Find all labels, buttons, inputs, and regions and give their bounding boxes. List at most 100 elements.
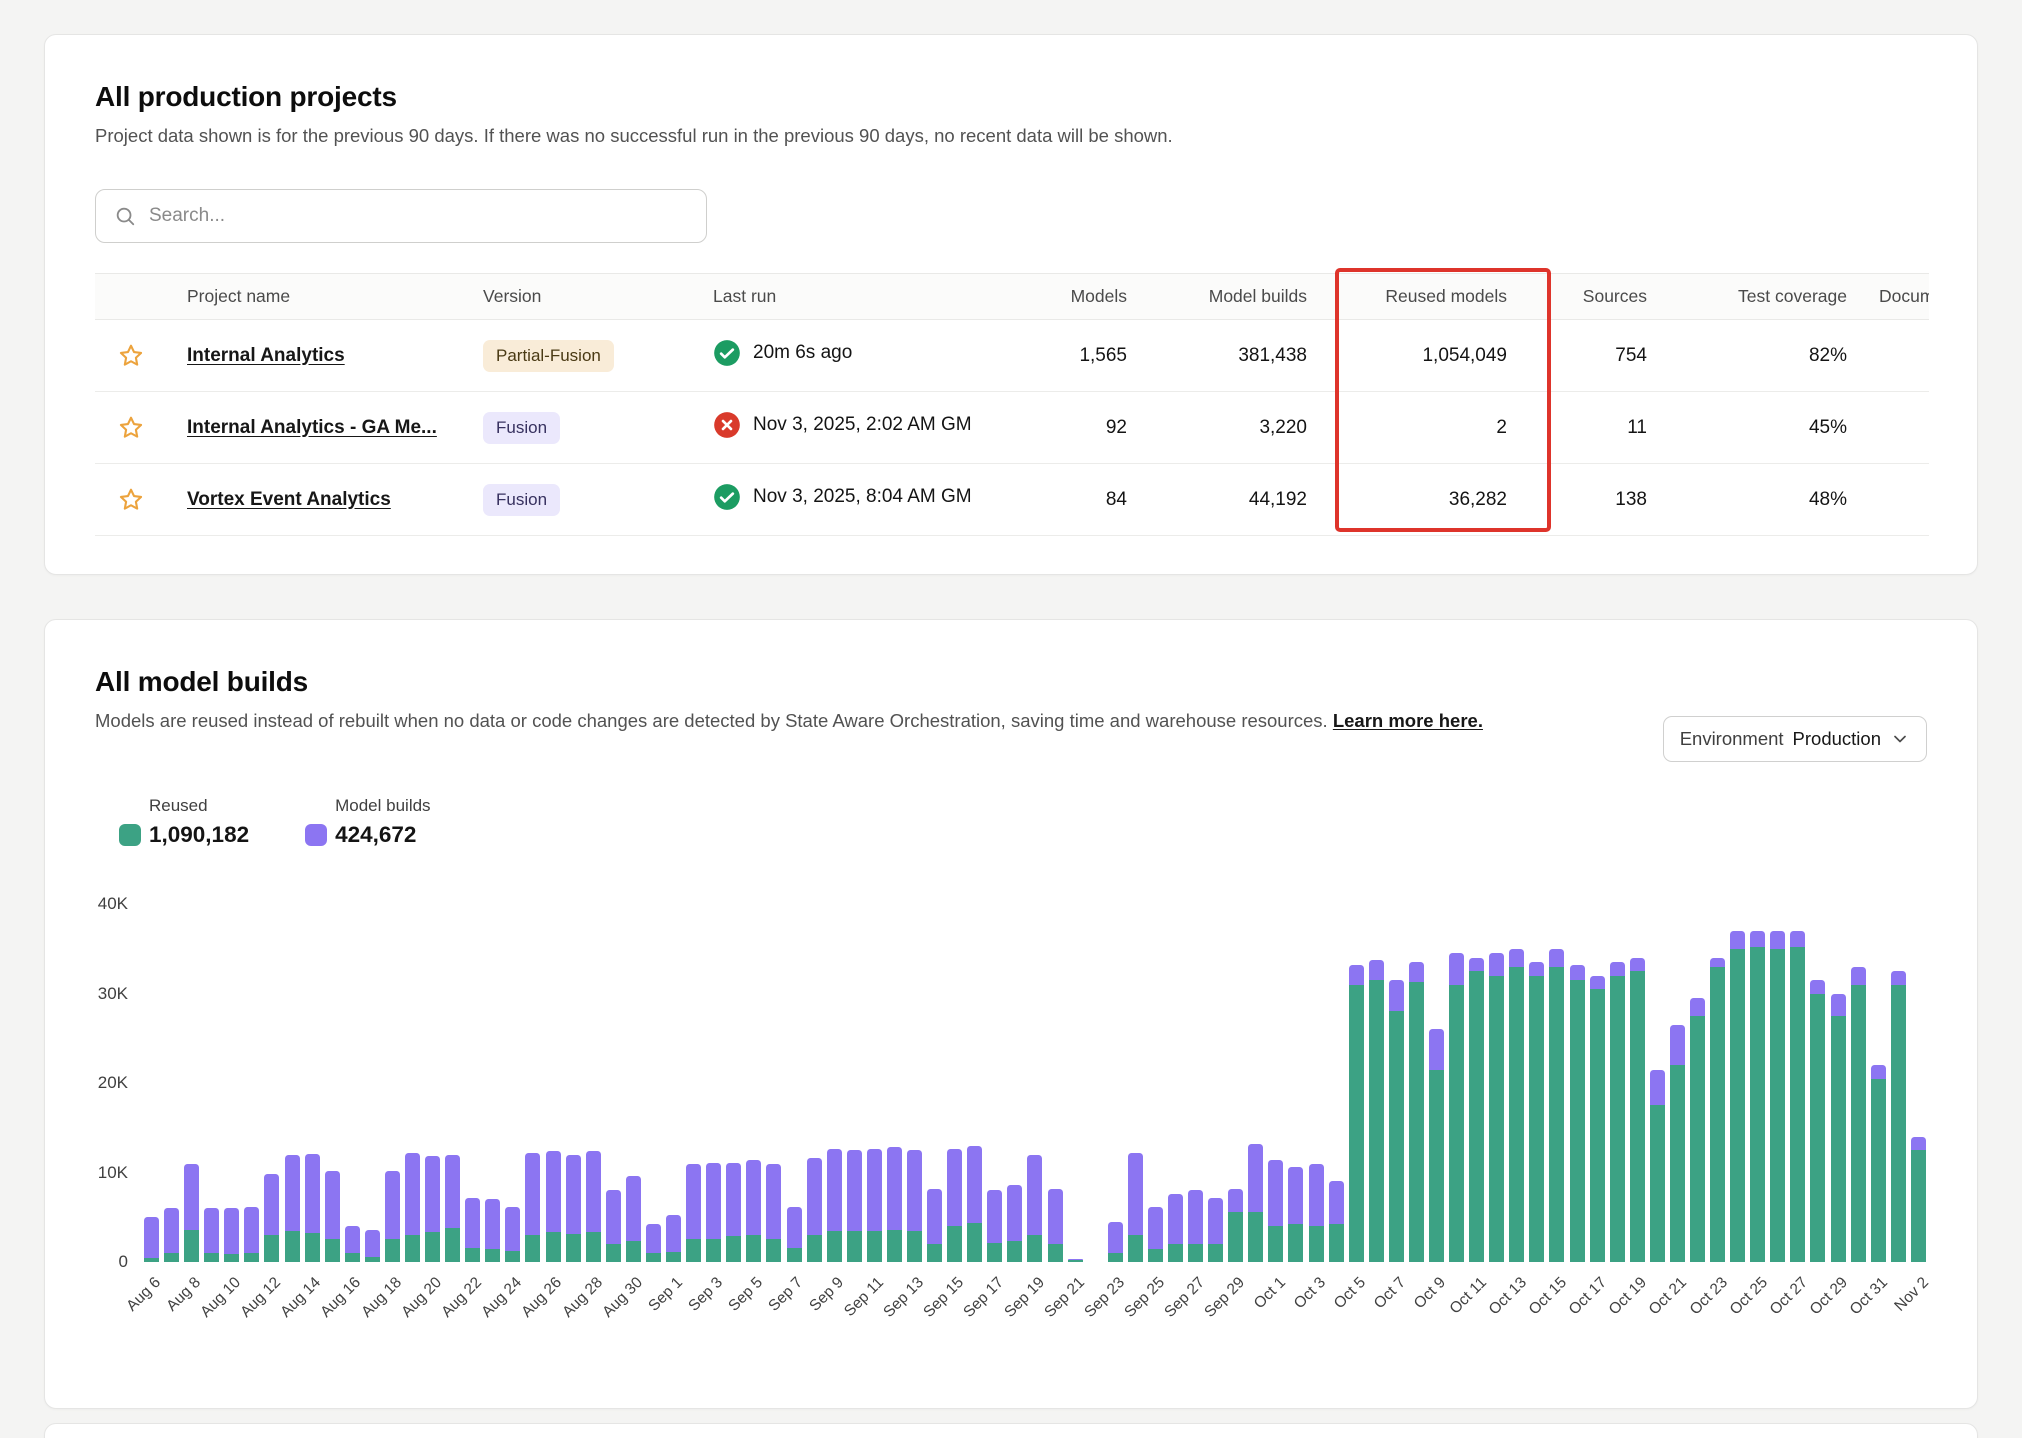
builds-segment — [626, 1176, 641, 1240]
x-axis-tick: Oct 5 — [1331, 1274, 1370, 1313]
reused-segment — [1268, 1226, 1283, 1262]
builds-segment — [887, 1147, 902, 1229]
project-name-link[interactable]: Internal Analytics — [187, 345, 345, 366]
reused-segment — [1891, 985, 1906, 1262]
project-row: Internal Analytics Partial-Fusion 20m 6s… — [95, 320, 1929, 392]
documentation-value — [1863, 464, 1929, 536]
chart-bar — [485, 904, 500, 1262]
reused-segment — [1007, 1241, 1022, 1262]
legend-reused-label: Reused — [149, 796, 249, 816]
builds-segment — [1148, 1207, 1163, 1249]
x-axis-tick: Aug 20 — [398, 1274, 445, 1321]
reused-segment — [1630, 971, 1645, 1262]
x-axis-tick: Sep 17 — [961, 1274, 1008, 1321]
reused-segment — [244, 1253, 259, 1262]
reused-segment — [1509, 967, 1524, 1262]
reused-segment — [405, 1235, 420, 1262]
builds-segment — [1188, 1190, 1203, 1244]
chart-bar — [606, 904, 621, 1262]
builds-segment — [184, 1164, 199, 1230]
builds-segment — [1429, 1029, 1444, 1069]
builds-segment — [827, 1149, 842, 1230]
chart-bar — [887, 904, 902, 1262]
builds-segment — [365, 1230, 380, 1257]
reused-segment — [546, 1232, 561, 1262]
reused-segment — [1228, 1212, 1243, 1262]
builds-segment — [164, 1208, 179, 1253]
builds-segment — [1650, 1070, 1665, 1106]
reused-segment — [766, 1239, 781, 1262]
learn-more-link[interactable]: Learn more here. — [1333, 710, 1483, 731]
chart-bar — [1710, 904, 1725, 1262]
reused-segment — [927, 1244, 942, 1262]
chart-bar — [244, 904, 259, 1262]
reused-segment — [485, 1249, 500, 1262]
project-row: Vortex Event Analytics Fusion Nov 3, 202… — [95, 464, 1929, 536]
reused-segment — [1529, 976, 1544, 1262]
builds-segment — [1349, 965, 1364, 985]
chart-bar — [1329, 904, 1344, 1262]
chart-bar — [1369, 904, 1384, 1262]
chart-bar — [586, 904, 601, 1262]
builds-segment — [405, 1153, 420, 1235]
reused-segment — [1810, 994, 1825, 1263]
column-header-reused: Reused models — [1323, 274, 1523, 320]
favorite-star-icon[interactable] — [117, 414, 145, 442]
chart-bar — [1790, 904, 1805, 1262]
reused-segment — [1188, 1244, 1203, 1262]
chart-bar — [1650, 904, 1665, 1262]
error-x-icon — [713, 411, 741, 439]
chart-bar — [1409, 904, 1424, 1262]
builds-segment — [766, 1164, 781, 1239]
x-axis-tick: Aug 6 — [123, 1274, 164, 1315]
builds-segment — [1710, 958, 1725, 967]
builds-segment — [566, 1155, 581, 1235]
x-axis-tick: Oct 3 — [1291, 1274, 1330, 1313]
x-axis-tick: Aug 26 — [519, 1274, 566, 1321]
x-axis-tick: Sep 11 — [841, 1274, 888, 1321]
environment-dropdown[interactable]: Environment Production — [1663, 716, 1927, 762]
y-axis-tick: 10K — [98, 1163, 128, 1183]
reused-segment — [1108, 1253, 1123, 1262]
all-production-projects-card: All production projects Project data sho… — [44, 34, 1978, 575]
x-axis-tick: Aug 12 — [237, 1274, 284, 1321]
builds-segment — [1007, 1185, 1022, 1240]
reused-segment — [646, 1253, 661, 1262]
reused-segment — [385, 1239, 400, 1262]
projects-table-scroll: Project nameVersionLast runModelsModel b… — [95, 273, 1929, 536]
chart-bar — [505, 904, 520, 1262]
builds-segment — [1309, 1164, 1324, 1227]
builds-segment — [244, 1207, 259, 1254]
x-axis-tick: Aug 10 — [197, 1274, 244, 1321]
chart-bar — [365, 904, 380, 1262]
builds-segment — [1891, 971, 1906, 984]
next-card-peek — [44, 1423, 1978, 1438]
reused-segment — [184, 1230, 199, 1262]
models-value: 1,565 — [1027, 320, 1143, 392]
builds-segment — [1750, 931, 1765, 947]
builds-segment — [144, 1217, 159, 1258]
reused-segment — [967, 1223, 982, 1262]
column-header-docs: Documentation — [1863, 274, 1929, 320]
builds-segment — [1590, 976, 1605, 989]
x-axis-tick: Oct 15 — [1526, 1274, 1571, 1319]
chart-bar — [325, 904, 340, 1262]
chart-bar — [646, 904, 661, 1262]
builds-segment — [1790, 931, 1805, 947]
favorite-star-icon[interactable] — [117, 342, 145, 370]
reused-segment — [1128, 1235, 1143, 1262]
builds-segment — [987, 1190, 1002, 1243]
chart-bar — [766, 904, 781, 1262]
builds-segment — [485, 1199, 500, 1248]
project-name-link[interactable]: Vortex Event Analytics — [187, 489, 391, 510]
chart-bar — [1288, 904, 1303, 1262]
project-name-link[interactable]: Internal Analytics - GA Me... — [187, 417, 437, 438]
builds-segment — [1228, 1189, 1243, 1212]
search-input[interactable] — [149, 205, 688, 227]
builds-segment — [1248, 1144, 1263, 1212]
favorite-star-icon[interactable] — [117, 486, 145, 514]
x-axis-tick: Aug 24 — [478, 1274, 525, 1321]
reused-segment — [726, 1236, 741, 1262]
builds-segment — [305, 1154, 320, 1234]
x-axis-tick: Sep 25 — [1121, 1274, 1168, 1321]
